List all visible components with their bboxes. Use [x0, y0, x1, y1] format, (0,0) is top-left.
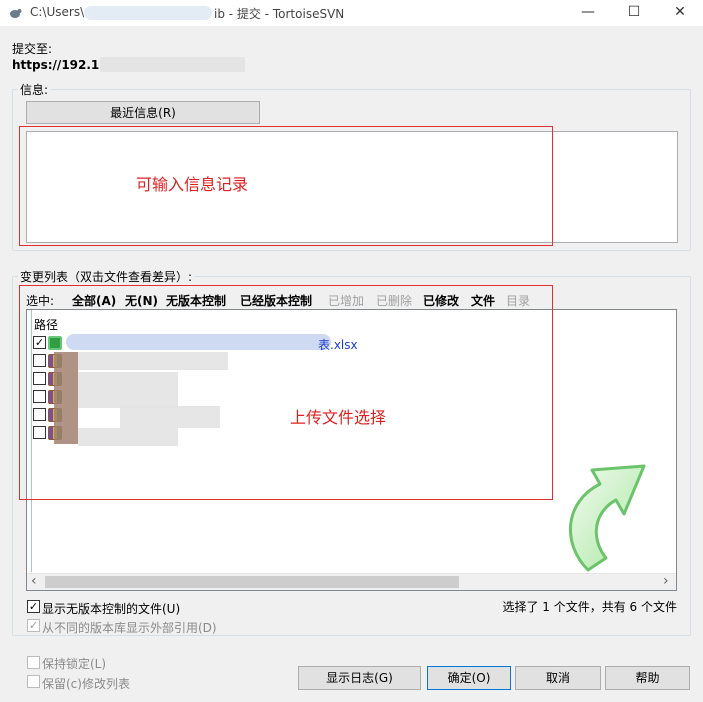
message-group-label: 信息: [18, 81, 51, 98]
horizontal-scrollbar[interactable]: ‹ › [27, 573, 676, 590]
redacted-title-path [84, 6, 212, 20]
keep-changelists-label: 保留(c)修改列表 [42, 677, 130, 691]
window-title-prefix: C:\Users\ [30, 5, 85, 19]
commit-url: https://192.1 [12, 58, 100, 72]
ok-button[interactable]: 确定(O) [427, 666, 511, 690]
changes-group-label: 变更列表（双击文件查看差异）: [18, 268, 195, 285]
keep-changelists-checkbox [27, 675, 40, 688]
show-log-button[interactable]: 显示日志(G) [298, 666, 421, 690]
tortoisesvn-app-icon [10, 9, 22, 18]
window-title-suffix: ib - 提交 - TortoiseSVN [214, 7, 345, 21]
recent-messages-button[interactable]: 最近信息(R) [26, 101, 260, 124]
keep-locks-checkbox [27, 656, 40, 669]
scroll-left-arrow[interactable]: ‹ [31, 573, 37, 589]
help-button[interactable]: 帮助 [605, 666, 690, 690]
message-annotation-box [19, 126, 553, 246]
commit-arrow-icon [568, 464, 646, 572]
minimize-button[interactable]: — [565, 0, 611, 26]
show-externals-label: 从不同的版本库显示外部引用(D) [42, 621, 217, 635]
close-button[interactable]: ✕ [657, 0, 703, 26]
maximize-button[interactable]: ☐ [611, 0, 657, 26]
commit-to-label: 提交至: [12, 42, 53, 56]
show-unversioned-checkbox[interactable]: ✓ [27, 600, 40, 613]
show-unversioned-label[interactable]: 显示无版本控制的文件(U) [42, 600, 180, 617]
title-bar: C:\Users\ ib - 提交 - TortoiseSVN — ☐ ✕ [0, 0, 703, 26]
redacted-url [100, 57, 245, 72]
files-annotation: 上传文件选择 [290, 408, 387, 427]
scroll-right-arrow[interactable]: › [663, 573, 669, 589]
show-externals-checkbox: ✓ [27, 619, 40, 632]
selection-status: 选择了 1 个文件，共有 6 个文件 [502, 600, 677, 614]
cancel-button[interactable]: 取消 [515, 666, 601, 690]
scrollbar-thumb[interactable] [45, 576, 459, 588]
message-annotation: 可输入信息记录 [136, 175, 249, 194]
keep-locks-label: 保持锁定(L) [42, 657, 107, 671]
files-annotation-box [19, 285, 553, 500]
